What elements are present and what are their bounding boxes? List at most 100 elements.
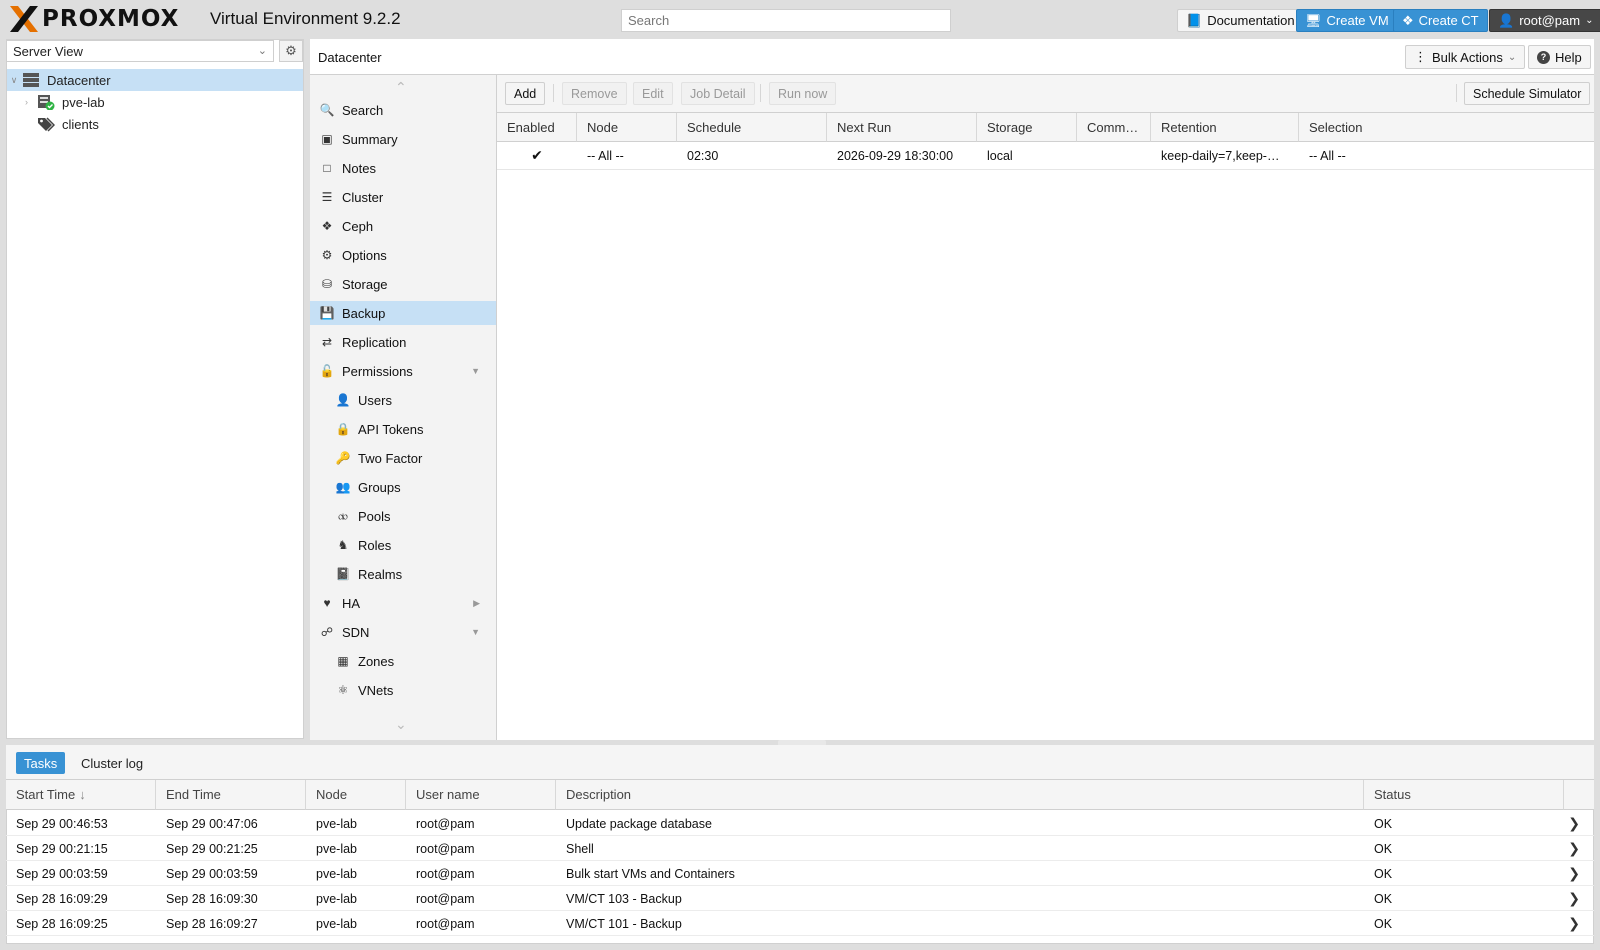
view-select[interactable]: Server View ⌄ [6, 40, 274, 62]
column-header-end-time[interactable]: End Time [156, 780, 306, 810]
book-icon: ▣ [321, 132, 333, 146]
remove-button[interactable]: Remove [562, 82, 627, 105]
column-header-user-name[interactable]: User name [406, 780, 556, 810]
cell-end-time: Sep 28 16:09:27 [166, 916, 258, 931]
open-task-chevron-icon[interactable]: ❯ [1568, 836, 1580, 861]
open-task-chevron-icon[interactable]: ❯ [1568, 811, 1580, 836]
view-select-value: Server View [13, 44, 83, 59]
add-button[interactable]: Add [505, 82, 546, 105]
cell-node: pve-lab [316, 841, 357, 856]
scroll-down-icon[interactable]: ⌄ [395, 716, 407, 733]
edit-button[interactable]: Edit [633, 82, 673, 105]
tags-icon [37, 116, 57, 132]
nav-item-users[interactable]: 👤 Users [310, 388, 496, 412]
nav-item-label: Ceph [342, 218, 374, 234]
open-task-chevron-icon[interactable]: ❯ [1568, 886, 1580, 911]
nav-item-options[interactable]: ⚙ Options [310, 243, 496, 267]
cell-description: Update package database [566, 816, 712, 831]
create-vm-button[interactable]: 🖥 Create VM [1296, 9, 1398, 32]
nav-item-notes[interactable]: □ Notes [310, 156, 496, 180]
task-row[interactable]: Sep 28 16:09:25 Sep 28 16:09:27 pve-lab roo… [6, 911, 1594, 936]
task-row[interactable]: Sep 29 00:03:59 Sep 29 00:03:59 pve-lab roo… [6, 861, 1594, 886]
open-task-chevron-icon[interactable]: ❯ [1568, 911, 1580, 936]
cell-status: OK [1374, 916, 1393, 931]
column-header-storage[interactable]: Storage [977, 113, 1077, 142]
cell-node: pve-lab [316, 816, 357, 831]
nav-item-label: Summary [342, 131, 398, 147]
expand-arrow-icon[interactable]: › [25, 97, 37, 107]
collapse-arrow-icon[interactable]: ∨ [7, 75, 21, 86]
caret-right-icon[interactable]: ▶ [473, 598, 480, 609]
nav-item-label: HA [342, 595, 361, 611]
tab-cluster-log[interactable]: Cluster log [73, 752, 151, 774]
caret-down-icon[interactable]: ▼ [471, 366, 480, 376]
tree-item-datacenter[interactable]: ∨ Datacenter [7, 69, 303, 91]
cell-selection: -- All -- [1309, 148, 1346, 163]
nav-item-replication[interactable]: ⇄ Replication [310, 330, 496, 354]
nav-item-summary[interactable]: ▣ Summary [310, 127, 496, 151]
open-task-chevron-icon[interactable]: ❯ [1568, 861, 1580, 886]
nav-item-permissions[interactable]: 🔓 Permissions ▼ [310, 359, 496, 383]
schedule-simulator-button[interactable]: Schedule Simulator [1464, 82, 1591, 105]
cell-start-time: Sep 29 00:03:59 [16, 866, 108, 881]
scroll-up-icon[interactable]: ⌃ [395, 79, 407, 96]
documentation-button[interactable]: 📘 Documentation [1177, 9, 1304, 32]
caret-down-icon[interactable]: ▼ [471, 627, 480, 637]
floppy-icon: 💾 [319, 306, 335, 320]
cell-user-name: root@pam [416, 916, 475, 931]
tree-item-clients[interactable]: clients [7, 113, 303, 135]
tab-tasks[interactable]: Tasks [16, 752, 66, 774]
column-header-selection[interactable]: Selection [1299, 113, 1594, 142]
nav-item-two-factor[interactable]: 🔑 Two Factor [310, 446, 496, 470]
cell-user-name: root@pam [416, 866, 475, 881]
nav-item-realms[interactable]: 📓 Realms [310, 562, 496, 586]
create-ct-button[interactable]: ❖ Create CT [1393, 9, 1488, 32]
column-header-status[interactable]: Status [1364, 780, 1564, 810]
cell-user-name: root@pam [416, 841, 475, 856]
search-input[interactable]: Search [621, 9, 951, 32]
nav-item-label: Search [342, 102, 384, 118]
column-header-node[interactable]: Node [306, 780, 406, 810]
nav-item-ceph[interactable]: ❖ Ceph [310, 214, 496, 238]
nav-item-cluster[interactable]: ☰ Cluster [310, 185, 496, 209]
user-menu-button[interactable]: 👤 root@pam ⌄ [1489, 9, 1600, 32]
nav-item-groups[interactable]: 👥 Groups [310, 475, 496, 499]
nav-item-ha[interactable]: ♥ HA ▶ [310, 591, 496, 615]
create-ct-label: Create CT [1418, 13, 1479, 28]
column-header-next-run[interactable]: Next Run [827, 113, 977, 142]
tree-item-pve-lab[interactable]: › pve-lab [7, 91, 303, 113]
nav-item-roles[interactable]: ♞ Roles [310, 533, 496, 557]
nav-item-search[interactable]: 🔍 Search [310, 98, 496, 122]
column-header-retention[interactable]: Retention [1151, 113, 1299, 142]
nav-item-label: Roles [358, 537, 392, 553]
run-now-button[interactable]: Run now [769, 82, 837, 105]
column-header-enabled[interactable]: Enabled [497, 113, 577, 142]
help-button[interactable]: ? Help [1528, 45, 1591, 69]
nav-item-sdn[interactable]: ☍ SDN ▼ [310, 620, 496, 644]
job-detail-button[interactable]: Job Detail [681, 82, 755, 105]
column-header-comment[interactable]: Comm… [1077, 113, 1151, 142]
tree-settings-button[interactable]: ⚙ [279, 40, 303, 62]
column-header-start-time[interactable]: Start Time ↓ [6, 780, 156, 810]
nav-item-storage[interactable]: ⛁ Storage [310, 272, 496, 296]
bulk-actions-button[interactable]: ⋮ Bulk Actions ⌄ [1405, 45, 1526, 69]
tree-item-label: clients [62, 116, 99, 132]
nav-item-vnets[interactable]: ⚛ VNets [310, 678, 496, 702]
cell-start-time: Sep 29 00:21:15 [16, 841, 108, 856]
nav-item-label: VNets [358, 682, 394, 698]
task-row[interactable]: Sep 29 00:46:53 Sep 29 00:47:06 pve-lab roo… [6, 811, 1594, 836]
nav-item-api-tokens[interactable]: 🔒 API Tokens [310, 417, 496, 441]
nav-item-pools[interactable]: ⧞ Pools [310, 504, 496, 528]
ceph-icon: ❖ [321, 219, 333, 233]
cell-status: OK [1374, 891, 1393, 906]
column-header-description[interactable]: Description [556, 780, 1364, 810]
column-header-schedule[interactable]: Schedule [677, 113, 827, 142]
task-row[interactable]: Sep 28 16:09:29 Sep 28 16:09:30 pve-lab roo… [6, 886, 1594, 911]
task-row[interactable]: Sep 29 00:21:15 Sep 29 00:21:25 pve-lab roo… [6, 836, 1594, 861]
cell-storage: local [987, 148, 1013, 163]
nav-item-backup[interactable]: 💾 Backup [310, 301, 496, 325]
retweet-icon: ⇄ [321, 335, 333, 349]
proxmox-logo[interactable]: PROXMOX [8, 4, 179, 34]
nav-item-zones[interactable]: ▦ Zones [310, 649, 496, 673]
column-header-node[interactable]: Node [577, 113, 677, 142]
